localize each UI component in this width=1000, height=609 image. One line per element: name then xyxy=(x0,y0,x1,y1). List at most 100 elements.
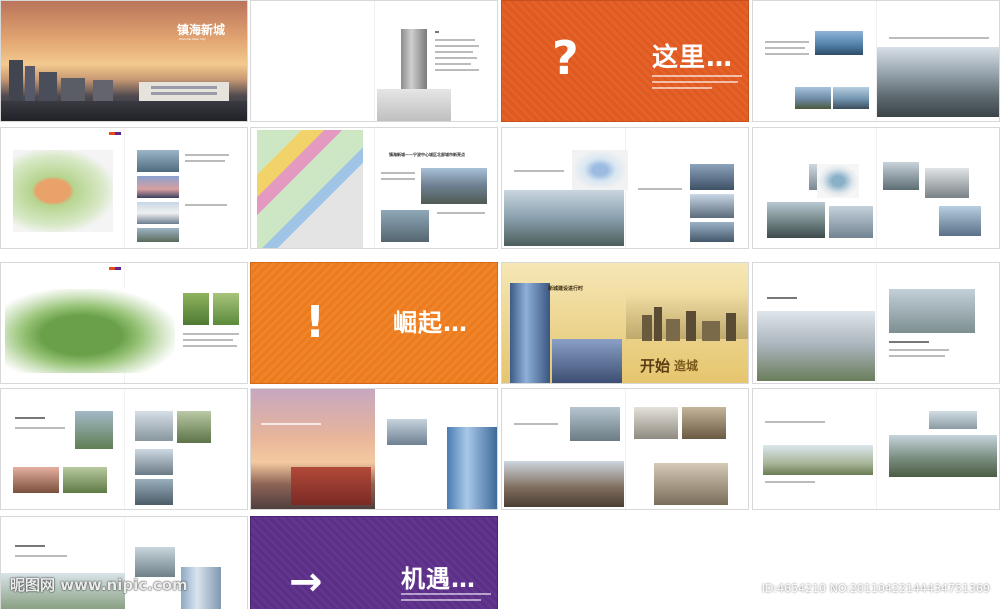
glass-tower-render xyxy=(510,283,550,383)
commercial-thumb xyxy=(682,407,726,439)
zoning-page-heading: 镇海新城——宁波中心城区北部城市新亮点 xyxy=(389,152,465,157)
aerial-text-line xyxy=(765,47,805,49)
center-text-line xyxy=(261,423,321,425)
tower-text-line xyxy=(435,63,471,65)
spread-hospital xyxy=(0,516,248,609)
master-plan-map xyxy=(13,150,113,232)
hospital-text-line xyxy=(15,555,67,557)
villa-render xyxy=(135,479,173,505)
arrow-right-icon: → xyxy=(289,559,323,605)
start-title-a: 开始 xyxy=(640,357,671,375)
residential-complex-render xyxy=(889,289,975,333)
start-title-b: 造城 xyxy=(674,359,699,373)
hospital-label xyxy=(15,545,45,547)
sunset-thumb xyxy=(137,176,179,198)
residential-text-line xyxy=(889,355,945,357)
park-aerial-render xyxy=(5,289,175,373)
zoning-text-line xyxy=(381,178,415,180)
brochure-spread-grid: 镇海新城 Zhenhai New City ? 这里… 镇海新城——宁波中心城区… xyxy=(0,0,1000,609)
commercial-thumb xyxy=(634,407,678,439)
spread-question-plate: ? 这里… xyxy=(501,0,749,122)
train-thumb xyxy=(137,202,179,224)
park-text-line xyxy=(183,339,233,341)
park-text-line xyxy=(183,333,239,335)
spread-exclaim-plate: ! 崛起… xyxy=(250,262,498,384)
residential-tower-render xyxy=(757,311,875,381)
spread-aerial-photos xyxy=(752,0,1000,122)
zoning-text-line xyxy=(437,212,485,214)
brand-logo-mark xyxy=(109,267,121,270)
garden-thumb xyxy=(75,411,113,449)
district-site-plan xyxy=(572,150,628,190)
tower-photo-base xyxy=(377,89,451,121)
brand-logo-mark xyxy=(109,132,121,135)
commercial-street-render xyxy=(504,461,624,507)
plan-text-line xyxy=(185,160,225,162)
garden-label xyxy=(15,417,45,419)
page-gutter xyxy=(876,128,877,248)
page-gutter xyxy=(625,389,626,509)
zoning-text-line xyxy=(381,172,415,174)
tower-text-line xyxy=(435,31,439,33)
villa-render xyxy=(135,449,173,475)
page-gutter xyxy=(124,389,125,509)
school-campus-photo xyxy=(889,435,997,477)
bridge-photo xyxy=(833,87,869,109)
school-text-line xyxy=(765,481,815,483)
commercial-thumb xyxy=(654,463,728,505)
arrow-plate-caption xyxy=(401,599,481,601)
question-plate-caption xyxy=(652,87,712,89)
cover-subtitle: Zhenhai New City xyxy=(179,37,206,41)
residential-site-plan xyxy=(817,164,859,198)
harbor-photo xyxy=(815,31,863,55)
city-photo xyxy=(795,87,831,109)
road-thumb xyxy=(137,228,179,242)
spread-district-plan xyxy=(501,127,749,249)
garden-text-line xyxy=(15,427,65,429)
tower-text-line xyxy=(435,69,479,71)
plan-text-line xyxy=(185,204,227,206)
district-building-thumb xyxy=(690,194,734,218)
spread-commercial xyxy=(501,388,749,510)
school-building-photo xyxy=(929,411,977,429)
image-id-watermark: ID:4654210 NO:20110422144434751369 xyxy=(761,582,990,595)
arrow-plate-title: 机遇… xyxy=(401,565,476,593)
page-gutter xyxy=(876,263,877,383)
villa-render xyxy=(177,411,211,443)
question-mark-icon: ? xyxy=(552,31,579,85)
tower-text-line xyxy=(435,39,475,41)
bridge-thumb xyxy=(137,150,179,172)
page-gutter xyxy=(876,389,877,509)
spread-residential-renders xyxy=(752,262,1000,384)
cover-title: 镇海新城 xyxy=(177,23,226,37)
stadium-photo xyxy=(421,168,487,204)
tower-text-line xyxy=(435,45,479,47)
residential-thumb-right xyxy=(883,162,919,190)
school-gate-render xyxy=(763,445,873,475)
exclaim-plate-title: 崛起… xyxy=(393,309,468,337)
spread-sunset-center xyxy=(250,388,498,510)
district-aerial xyxy=(504,190,624,246)
spread-residential-plan xyxy=(752,127,1000,249)
spread-garden-renders xyxy=(0,388,248,510)
center-thumb xyxy=(387,419,427,445)
district-building-thumb xyxy=(690,222,734,242)
aerial-text-line xyxy=(889,37,989,39)
aerial-complex-photo xyxy=(381,210,429,242)
aerial-city-photo xyxy=(877,47,999,117)
page-gutter xyxy=(124,128,125,248)
residential-text-line xyxy=(889,349,949,351)
villa-render xyxy=(135,411,173,441)
residential-thumb-right xyxy=(939,206,981,236)
residential-label xyxy=(889,341,929,343)
hospital-thumb xyxy=(135,547,175,577)
garden-thumb xyxy=(13,467,59,493)
residential-aerial xyxy=(767,202,825,238)
commercial-aerial xyxy=(570,407,620,441)
arrow-plate-caption xyxy=(401,593,491,595)
page-gutter xyxy=(374,1,375,121)
spread-zoning-map: 镇海新城——宁波中心城区北部城市新亮点 xyxy=(250,127,498,249)
spread-arrow-plate: → 机遇… xyxy=(250,516,498,609)
cover-water xyxy=(1,101,247,121)
page-gutter xyxy=(374,128,375,248)
